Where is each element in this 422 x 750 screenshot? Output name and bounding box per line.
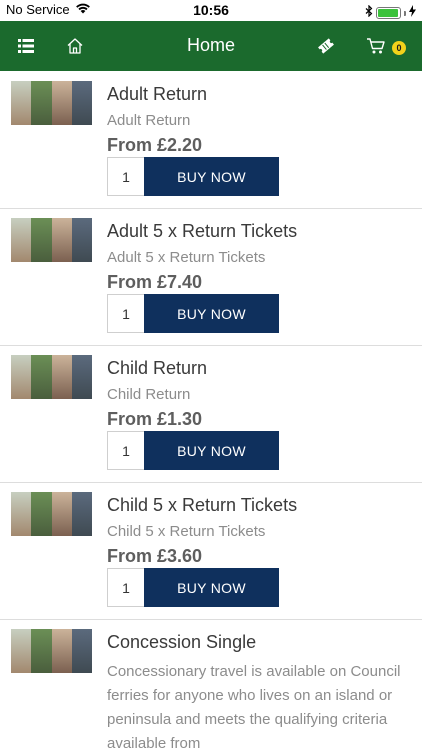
status-bar: No Service 10:56 — [0, 0, 422, 21]
product-thumbnail — [11, 492, 92, 536]
buy-now-button[interactable]: BUY NOW — [144, 568, 279, 607]
quantity-field[interactable]: 1 — [107, 431, 144, 470]
charging-icon — [409, 4, 416, 22]
product-title[interactable]: Child Return — [107, 358, 207, 379]
product-subtitle: Adult 5 x Return Tickets — [107, 249, 266, 266]
product-item[interactable]: Child 5 x Return Tickets Child 5 x Retur… — [0, 482, 422, 620]
buy-now-button[interactable]: BUY NOW — [144, 294, 279, 333]
product-item[interactable]: Adult 5 x Return Tickets Adult 5 x Retur… — [0, 208, 422, 346]
product-thumbnail — [11, 629, 92, 673]
product-item[interactable]: Concession Single Concessionary travel i… — [0, 619, 422, 750]
battery-level — [378, 9, 398, 17]
battery-nub — [404, 10, 406, 16]
buy-now-button[interactable]: BUY NOW — [144, 157, 279, 196]
product-price: From £1.30 — [107, 409, 203, 429]
product-thumbnail — [11, 218, 92, 262]
product-price: From £7.40 — [107, 272, 203, 292]
product-subtitle: Child 5 x Return Tickets — [107, 523, 266, 540]
navigation-bar: Home — [0, 21, 422, 71]
status-right — [365, 4, 416, 22]
product-item[interactable]: Adult Return Adult Return From £2.20 1 B… — [0, 71, 422, 209]
product-description: Concessionary travel is available on Cou… — [107, 663, 401, 750]
product-title[interactable]: Child 5 x Return Tickets — [107, 495, 297, 516]
product-title[interactable]: Concession Single — [107, 632, 256, 653]
quantity-field[interactable]: 1 — [107, 568, 144, 607]
status-time: 10:56 — [193, 2, 229, 18]
ticket-icon[interactable] — [314, 34, 338, 58]
product-title[interactable]: Adult Return — [107, 84, 207, 105]
product-price: From £2.20 — [107, 135, 203, 155]
product-subtitle: Child Return — [107, 386, 191, 403]
cart-icon[interactable] — [364, 34, 388, 58]
quantity-field[interactable]: 1 — [107, 294, 144, 333]
cart-count-badge: 0 — [392, 41, 406, 55]
product-price: From £3.60 — [107, 546, 203, 566]
page-title: Home — [186, 35, 235, 55]
bluetooth-icon — [365, 4, 373, 22]
product-thumbnail — [11, 355, 92, 399]
product-thumbnail — [11, 81, 92, 125]
battery-icon — [376, 7, 401, 19]
product-item[interactable]: Child Return Child Return From £1.30 1 B… — [0, 345, 422, 483]
product-list[interactable]: Adult Return Adult Return From £2.20 1 B… — [0, 71, 422, 750]
quantity-field[interactable]: 1 — [107, 157, 144, 196]
product-subtitle: Adult Return — [107, 112, 191, 129]
buy-now-button[interactable]: BUY NOW — [144, 431, 279, 470]
product-title[interactable]: Adult 5 x Return Tickets — [107, 221, 297, 242]
